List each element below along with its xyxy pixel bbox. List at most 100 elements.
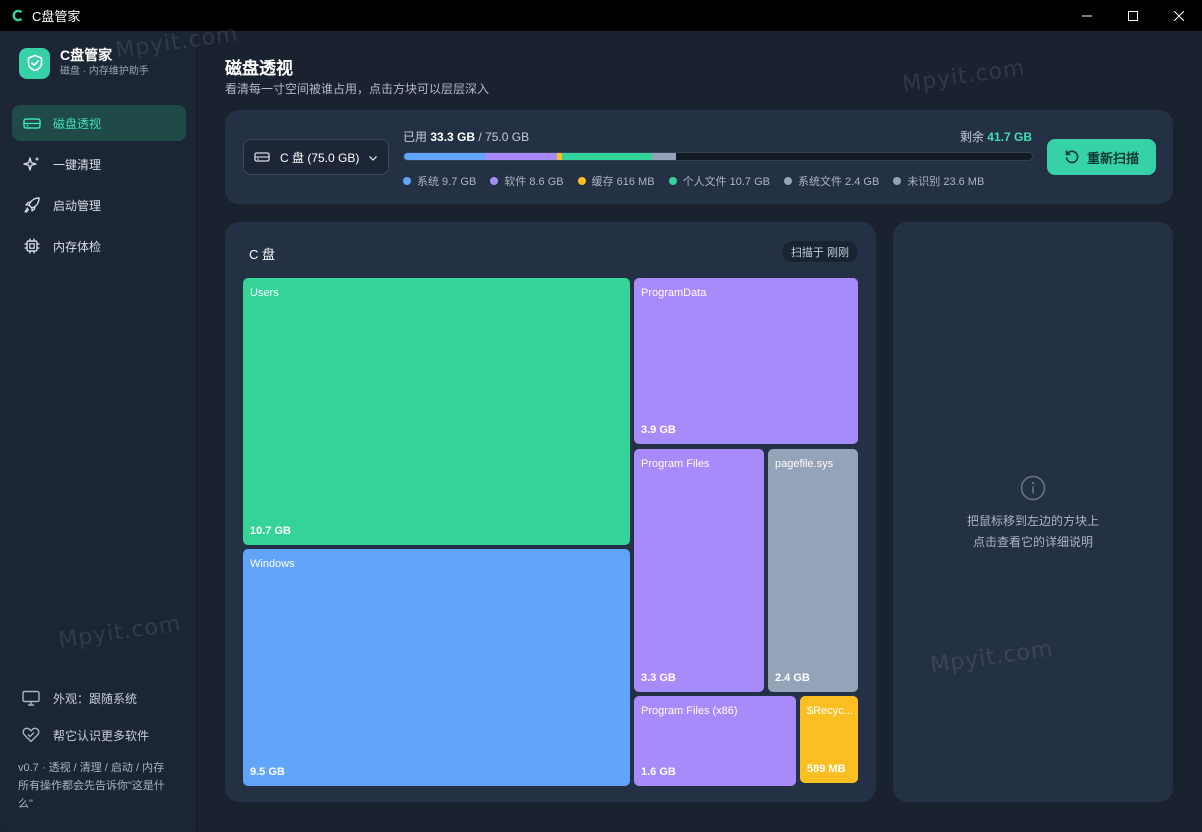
app-icon [10,9,24,23]
drive-select[interactable]: C 盘 (75.0 GB) [243,139,389,175]
usage-bar-segment [671,153,676,160]
tile-name: Users [250,287,279,299]
learn-more-link[interactable]: 帮它认识更多软件 [21,722,186,748]
monitor-icon [21,688,41,708]
usage-bar-segment [562,153,652,160]
close-button[interactable] [1156,0,1202,31]
total-value: / 75.0 GB [478,130,530,144]
rescan-button[interactable]: 重新扫描 [1047,139,1156,175]
tile-name: $Recyc... [807,705,853,717]
nav-label: 内存体检 [53,239,102,254]
treemap-tile-windows[interactable]: Windows 9.5 GB [243,549,630,786]
legend-dot [490,177,499,185]
tile-size: 3.9 GB [641,424,676,436]
watermark: Mpyit.com [900,55,1027,98]
legend-dot [577,177,586,185]
window-title: C盘管家 [32,9,81,24]
nav-label: 一键清理 [53,157,102,172]
legend-dot [668,177,677,185]
tile-name: ProgramData [641,287,707,299]
usage-card: C 盘 (75.0 GB) 已用 33.3 GB / 75.0 GB 剩余 41… [225,110,1173,204]
legend-label: 个人文件 10.7 GB [682,176,770,188]
remain-value: 41.7 GB [987,130,1032,144]
used-prefix: 已用 [403,130,428,144]
nav-label: 磁盘透视 [53,116,102,131]
usage-legend: 系统 9.7 GB 软件 8.6 GB 缓存 616 MB 个人文件 10.7 GB 系… [403,173,998,189]
learn-more-label: 帮它认识更多软件 [53,728,150,743]
page-subtitle: 看清每一寸空间被谁占用，点击方块可以层层深入 [225,82,490,96]
tile-size: 9.5 GB [250,766,285,778]
tile-size: 589 MB [807,763,846,775]
minimize-button[interactable] [1064,0,1110,31]
remain-prefix: 剩余 [959,130,984,144]
treemap-title: C 盘 [249,247,276,262]
rescan-label: 重新扫描 [1086,150,1139,166]
drive-select-label: C 盘 (75.0 GB) [280,150,360,165]
nav-item-memory-check[interactable]: 内存体检 [12,228,186,264]
legend-dot [403,177,411,185]
usage-bar-segment [485,153,558,160]
sidebar-footer: 外观：跟随系统 帮它认识更多软件 v0.7 · 透视 / 清理 / 启动 / 内… [18,685,186,813]
legend-dot [893,177,902,185]
minimize-icon [1082,15,1092,16]
tile-size: 10.7 GB [250,525,291,537]
heart-handshake-icon [21,725,41,745]
legend-item: 系统文件 2.4 GB [783,173,879,189]
scan-time-badge: 扫描于 刚刚 [781,241,858,262]
nav-label: 启动管理 [53,198,102,213]
maximize-button[interactable] [1110,0,1156,31]
treemap-tile-recycle-bin[interactable]: $Recyc... 589 MB [800,696,858,783]
usage-bar [403,152,1033,161]
legend-label: 缓存 616 MB [591,176,655,188]
treemap-tile-pagefile[interactable]: pagefile.sys 2.4 GB [768,449,858,692]
maximize-icon [1128,10,1138,21]
legend-label: 未识别 23.6 MB [907,176,985,188]
drive-icon [22,113,42,133]
tile-name: Program Files (x86) [641,705,738,717]
nav-item-startup[interactable]: 启动管理 [12,187,186,223]
used-value: 33.3 GB [430,130,476,144]
tile-name: Program Files [641,458,710,470]
used-summary: 已用 33.3 GB / 75.0 GB [403,128,529,145]
tile-size: 2.4 GB [775,672,810,684]
nav-menu: 磁盘透视 一键清理 启动管理 内存体检 [12,105,186,269]
treemap-tile-programdata[interactable]: ProgramData 3.9 GB [634,278,858,444]
detail-hint: 把鼠标移到左边的方块上 点击查看它的详细说明 [893,511,1173,553]
sparkle-icon [22,154,42,174]
remaining-summary: 剩余 41.7 GB [960,128,1032,145]
version-text: v0.7 · 透视 / 清理 / 启动 / 内存 所有操作都会先告诉你"这是什么… [18,762,165,810]
usage-bar-segment [404,153,486,160]
nav-item-cleanup[interactable]: 一键清理 [12,146,186,182]
shield-icon [19,47,50,79]
refresh-icon [1064,149,1080,165]
nav-item-disk-view[interactable]: 磁盘透视 [12,105,186,141]
treemap-card: C 盘 扫描于 刚刚 Users 10.7 GB ProgramData 3.9… [225,222,876,802]
treemap-tile-users[interactable]: Users 10.7 GB [243,278,630,545]
treemap-tile-program-files-x86[interactable]: Program Files (x86) 1.6 GB [634,696,796,786]
tile-name: pagefile.sys [775,458,834,470]
appearance-label: 外观：跟随系统 [53,691,138,706]
info-icon [1020,475,1046,506]
legend-item: 未识别 23.6 MB [893,173,984,189]
legend-label: 软件 8.6 GB [504,176,564,188]
tile-name: Windows [250,558,295,570]
drive-icon [254,150,272,164]
brand-subtitle: 磁盘 · 内存维护助手 [60,66,149,77]
close-icon [1174,10,1184,21]
usage-bar-segment [651,153,672,160]
chip-icon [22,236,42,256]
legend-item: 软件 8.6 GB [490,173,564,189]
sidebar: C盘管家 磁盘 · 内存维护助手 磁盘透视 一键清理 启动管理 内存体检 外观：… [1,31,197,831]
appearance-toggle[interactable]: 外观：跟随系统 [21,685,186,711]
legend-dot [783,177,792,185]
legend-item: 缓存 616 MB [577,173,655,189]
legend-item: 系统 9.7 GB [403,173,476,189]
legend-item: 个人文件 10.7 GB [668,173,770,189]
detail-panel: 把鼠标移到左边的方块上 点击查看它的详细说明 [893,222,1173,802]
rocket-icon [22,195,42,215]
detail-hint-line1: 把鼠标移到左边的方块上 [966,514,1099,528]
treemap-tile-program-files[interactable]: Program Files 3.3 GB [634,449,764,692]
legend-label: 系统 9.7 GB [417,176,477,188]
chevron-down-icon [368,152,378,166]
detail-hint-line2: 点击查看它的详细说明 [972,535,1093,549]
